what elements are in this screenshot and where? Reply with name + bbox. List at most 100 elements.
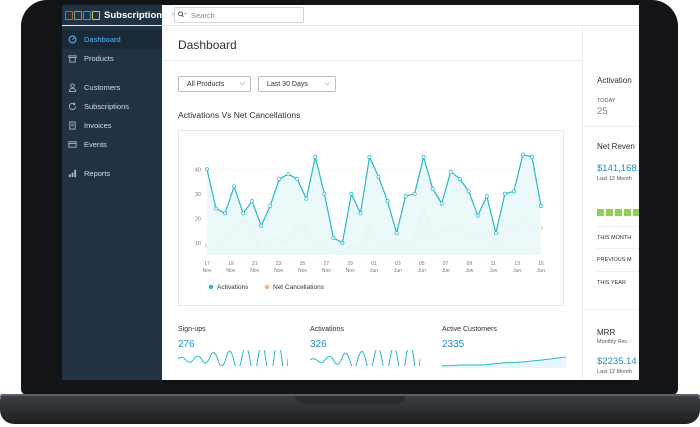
activations-point xyxy=(367,155,372,159)
x-tick-label: Jun xyxy=(489,268,497,274)
activations-point xyxy=(349,191,354,196)
top-bar: Subscriptions ▼ Search xyxy=(62,5,639,26)
activations-chart-card: 10 20 30 40 17 Nov 19 Nov 21 Nov 23 Nov 25 Nov 27 Nov 29… xyxy=(178,130,564,306)
activations-point xyxy=(448,169,453,174)
x-tick-label: Nov xyxy=(274,268,283,274)
x-tick-label: 05 xyxy=(419,261,425,267)
signups-sparkline xyxy=(177,341,289,378)
activations-point xyxy=(313,155,318,159)
activations-sparkline xyxy=(309,343,421,376)
date-range-value: Last 30 Days xyxy=(267,80,308,88)
divider xyxy=(583,126,639,127)
search-input[interactable]: Search xyxy=(174,7,304,23)
revenue-bar xyxy=(606,209,613,216)
dashboard-icon xyxy=(68,35,77,44)
activations-area xyxy=(207,154,541,255)
x-tick-label: 25 xyxy=(300,261,306,267)
revenue-bar xyxy=(597,209,604,216)
sidebar-item-label: Dashboard xyxy=(84,35,121,44)
activations-chart: 1020304017Nov19Nov21Nov23Nov25Nov27Nov29… xyxy=(195,152,545,291)
app-brand[interactable]: Subscriptions ▼ xyxy=(62,5,176,25)
activations-point xyxy=(340,240,345,245)
date-range-dropdown[interactable]: Last 30 Days ⌵ xyxy=(258,76,336,92)
activations-point xyxy=(277,177,282,182)
activations-point xyxy=(331,235,336,240)
x-tick-label: 09 xyxy=(467,261,473,267)
today-label: TODAY xyxy=(597,98,616,104)
activations-point xyxy=(394,230,399,235)
activations-point xyxy=(286,172,291,177)
this-year-row[interactable]: THIS YEAR xyxy=(597,271,639,293)
sidebar-item-subscriptions[interactable]: Subscriptions xyxy=(62,97,162,116)
activations-point xyxy=(520,152,525,157)
product-filter-value: All Products xyxy=(187,80,225,88)
x-tick-label: Nov xyxy=(298,268,307,274)
activations-point xyxy=(466,189,471,194)
stat-label: Active Customers xyxy=(442,326,497,333)
y-tick-label: 10 xyxy=(195,241,201,247)
sidebar-item-events[interactable]: Events xyxy=(62,135,162,154)
activations-widget-title: Activation xyxy=(597,76,632,85)
legend-activations-label: Activations xyxy=(217,284,249,291)
app-name: Subscriptions xyxy=(104,9,168,21)
x-tick-label: Nov xyxy=(203,268,212,274)
activations-point xyxy=(439,201,444,206)
chart-title: Activations Vs Net Cancellations xyxy=(178,110,301,120)
sidebar-item-invoices[interactable]: Invoices xyxy=(62,116,162,135)
x-tick-label: 23 xyxy=(276,261,282,267)
net-revenue-value: $141,168. xyxy=(597,163,639,174)
subscriptions-icon xyxy=(68,102,77,111)
x-tick-label: Nov xyxy=(226,268,235,274)
sidebar-item-label: Invoices xyxy=(84,121,112,130)
stat-activations[interactable]: Activations 326 xyxy=(309,326,440,376)
stat-active-customers[interactable]: Active Customers 2335 xyxy=(441,326,572,373)
activations-point xyxy=(358,211,363,216)
activations-point xyxy=(241,211,246,216)
search-icon xyxy=(178,10,187,20)
x-tick-label: Nov xyxy=(322,268,331,274)
x-tick-label: 21 xyxy=(252,261,258,267)
revenue-bar xyxy=(615,209,622,216)
revenue-bar xyxy=(633,209,639,216)
stat-label: Sign-ups xyxy=(178,326,206,333)
activations-point xyxy=(250,199,255,204)
revenue-bar xyxy=(624,209,631,216)
y-tick-label: 20 xyxy=(195,216,201,222)
previous-month-row[interactable]: PREVIOUS M xyxy=(597,248,639,270)
x-tick-label: 29 xyxy=(347,261,353,267)
stat-signups[interactable]: Sign-ups 276 xyxy=(177,326,308,378)
x-tick-label: 13 xyxy=(514,261,520,267)
stat-value: 276 xyxy=(178,339,195,350)
net-revenue-title: Net Reven xyxy=(597,142,635,151)
x-tick-label: 19 xyxy=(228,261,234,267)
sidebar-item-reports[interactable]: Reports xyxy=(62,164,162,183)
activations-point xyxy=(268,204,273,208)
this-month-row[interactable]: THIS MONTH xyxy=(597,226,639,248)
stat-value: 2335 xyxy=(442,339,465,350)
sidebar-item-label: Events xyxy=(84,140,107,149)
sidebar-item-dashboard[interactable]: Dashboard xyxy=(62,30,162,49)
net-revenue-sub: Last 12 Month xyxy=(597,176,632,182)
activations-point xyxy=(530,155,534,159)
sidebar-item-label: Products xyxy=(84,54,114,63)
y-tick-label: 40 xyxy=(195,167,201,173)
x-tick-label: Nov xyxy=(250,268,259,274)
chevron-down-icon: ⌵ xyxy=(324,80,330,87)
x-tick-label: 07 xyxy=(443,261,449,267)
x-tick-label: Jun xyxy=(370,268,378,274)
sidebar-item-customers[interactable]: Customers xyxy=(62,78,162,97)
sidebar-item-products[interactable]: Products xyxy=(62,49,162,68)
x-tick-label: 01 xyxy=(371,261,377,267)
activations-point xyxy=(412,191,417,196)
search-placeholder: Search xyxy=(191,10,215,20)
stat-label: Activations xyxy=(310,326,344,333)
x-tick-label: Jun xyxy=(418,268,426,274)
product-filter-dropdown[interactable]: All Products ⌵ xyxy=(178,76,251,92)
activations-point xyxy=(376,174,381,179)
sidebar-item-label: Reports xyxy=(84,169,111,178)
activations-point xyxy=(493,230,498,235)
products-icon xyxy=(68,54,77,63)
today-value: 25 xyxy=(597,106,608,117)
activations-point xyxy=(259,223,264,228)
stat-value: 326 xyxy=(310,339,327,350)
